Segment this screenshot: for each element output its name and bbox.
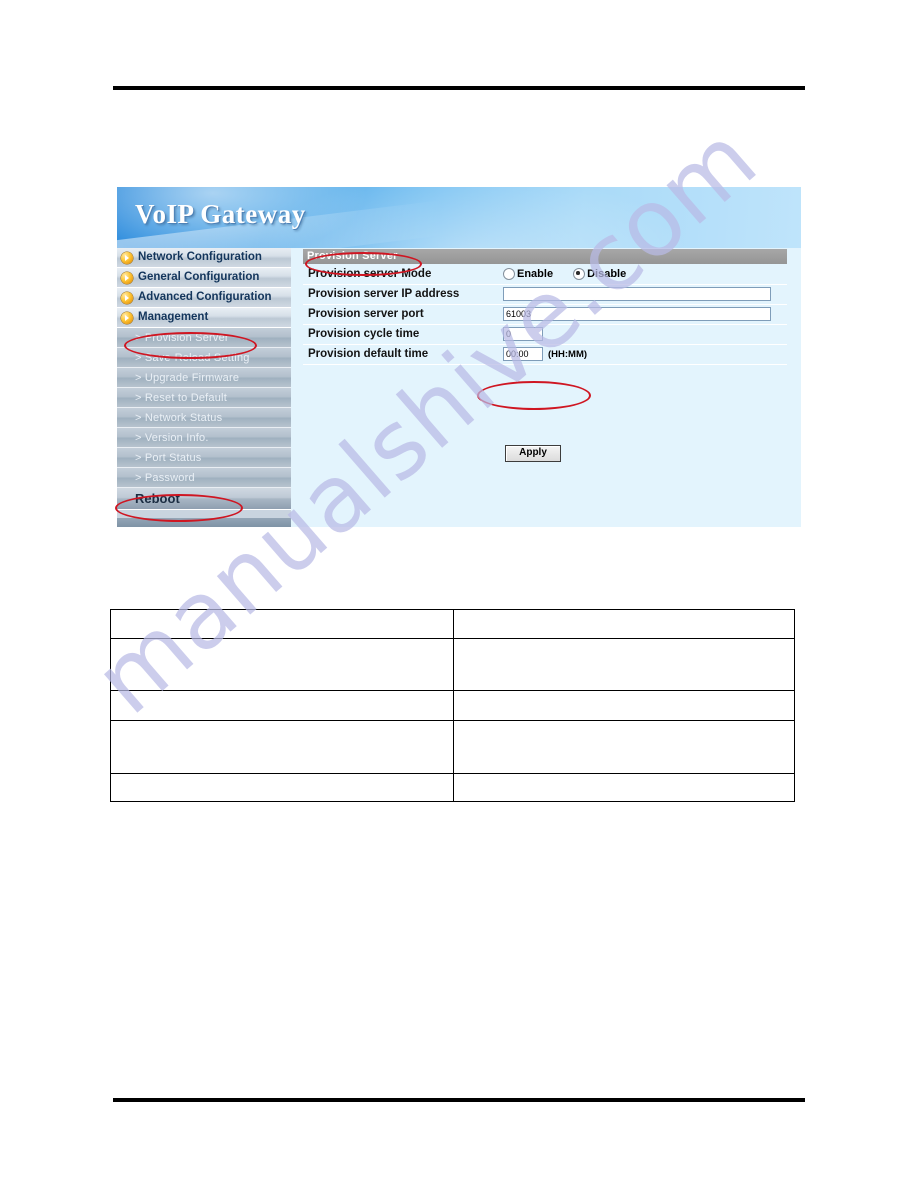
sidebar-item-label: Management — [138, 310, 209, 323]
orange-arrow-icon — [121, 291, 133, 304]
sidebar-item-version-info[interactable]: > Version Info. — [117, 428, 291, 448]
orange-arrow-icon — [121, 311, 133, 324]
table-row — [110, 720, 795, 774]
field-control — [503, 327, 787, 341]
sidebar-item-label: General Configuration — [138, 270, 260, 283]
sidebar-subitem-label: > Upgrade Firmware — [135, 371, 240, 384]
sidebar-item-port-status[interactable]: > Port Status — [117, 448, 291, 468]
field-label: Provision cycle time — [308, 328, 420, 340]
field-control: Enable Disable — [503, 268, 787, 280]
sidebar-item-label: Reboot — [135, 491, 180, 506]
app-title: VoIP Gateway — [135, 199, 306, 229]
table-cell — [110, 773, 454, 802]
sidebar-item-advanced-configuration[interactable]: Advanced Configuration — [117, 288, 291, 308]
provision-default-time-input[interactable] — [503, 347, 543, 361]
sidebar-item-reset-to-default[interactable]: > Reset to Default — [117, 388, 291, 408]
sidebar-subitem-label: > Password — [135, 471, 195, 484]
page-bottom-rule — [113, 1098, 805, 1102]
sidebar-item-provision-server[interactable]: > Provision Server — [117, 328, 291, 348]
sidebar-subitem-label: > Reset to Default — [135, 391, 227, 404]
field-control: (HH:MM) — [503, 347, 787, 361]
sidebar-footer-bar — [117, 518, 291, 527]
sidebar-item-reboot[interactable]: Reboot — [117, 488, 291, 510]
orange-arrow-icon — [121, 271, 133, 284]
sidebar-subitem-label: > Save-Reload Setting — [135, 351, 250, 364]
table-cell — [453, 773, 795, 802]
table-cell — [453, 720, 795, 774]
sidebar-subitem-label: > Provision Server — [135, 331, 229, 344]
sidebar-subitem-label: > Network Status — [135, 411, 223, 424]
sidebar-item-save-reload-setting[interactable]: > Save-Reload Setting — [117, 348, 291, 368]
content-pane: Provision Server Provision server Mode E… — [303, 248, 801, 527]
field-label: Provision server port — [308, 308, 424, 320]
field-control — [503, 307, 787, 321]
panel-title: Provision Server — [303, 249, 787, 264]
sidebar-item-label: Network Configuration — [138, 250, 262, 263]
table-cell — [453, 609, 795, 639]
sidebar-item-management[interactable]: Management — [117, 308, 291, 328]
radio-label: Disable — [587, 268, 627, 280]
radio-icon — [503, 268, 515, 280]
form-row-provision-server-port: Provision server port — [303, 304, 787, 325]
radio-label: Enable — [517, 268, 554, 280]
field-label: Provision default time — [308, 348, 429, 360]
table-cell — [453, 638, 795, 691]
table-row — [110, 609, 795, 639]
provision-server-port-input[interactable] — [503, 307, 771, 321]
sidebar: Network Configuration General Configurat… — [117, 248, 291, 527]
provision-mode-radio-group: Enable Disable — [503, 268, 646, 280]
field-label: Provision server Mode — [308, 268, 432, 280]
sidebar-item-network-status[interactable]: > Network Status — [117, 408, 291, 428]
field-control — [503, 287, 787, 301]
radio-option-enable[interactable]: Enable — [503, 268, 553, 280]
voip-gateway-screenshot: VoIP Gateway Network Configuration Gener… — [117, 187, 801, 527]
form-row-provision-default-time: Provision default time (HH:MM) — [303, 344, 787, 365]
provision-server-ip-input[interactable] — [503, 287, 771, 301]
table-cell — [110, 690, 454, 721]
table-row — [110, 773, 795, 802]
table-row — [110, 690, 795, 721]
orange-arrow-icon — [121, 251, 133, 264]
sidebar-item-upgrade-firmware[interactable]: > Upgrade Firmware — [117, 368, 291, 388]
sidebar-subitem-label: > Port Status — [135, 451, 202, 464]
provision-cycle-time-input[interactable] — [503, 327, 543, 341]
table-cell — [453, 690, 795, 721]
radio-option-disable[interactable]: Disable — [573, 268, 626, 280]
page-top-rule — [113, 86, 805, 90]
app-banner: VoIP Gateway — [117, 187, 801, 248]
radio-icon-selected — [573, 268, 586, 280]
table-row — [110, 638, 795, 691]
table-cell — [110, 638, 454, 691]
sidebar-item-label: Advanced Configuration — [138, 290, 272, 303]
form-row-provision-server-ip: Provision server IP address — [303, 284, 787, 305]
form-row-provision-cycle-time: Provision cycle time — [303, 324, 787, 345]
time-format-hint: (HH:MM) — [548, 348, 588, 360]
app-body: Network Configuration General Configurat… — [117, 248, 801, 527]
sidebar-item-network-configuration[interactable]: Network Configuration — [117, 248, 291, 268]
field-label: Provision server IP address — [308, 288, 460, 300]
sidebar-item-password[interactable]: > Password — [117, 468, 291, 488]
table-cell — [110, 720, 454, 774]
form-row-provision-server-mode: Provision server Mode Enable Disable — [303, 264, 787, 285]
apply-button[interactable]: Apply — [505, 445, 561, 462]
sidebar-item-general-configuration[interactable]: General Configuration — [117, 268, 291, 288]
sidebar-subitem-label: > Version Info. — [135, 431, 209, 444]
spec-table — [110, 609, 795, 802]
table-cell — [110, 609, 454, 639]
